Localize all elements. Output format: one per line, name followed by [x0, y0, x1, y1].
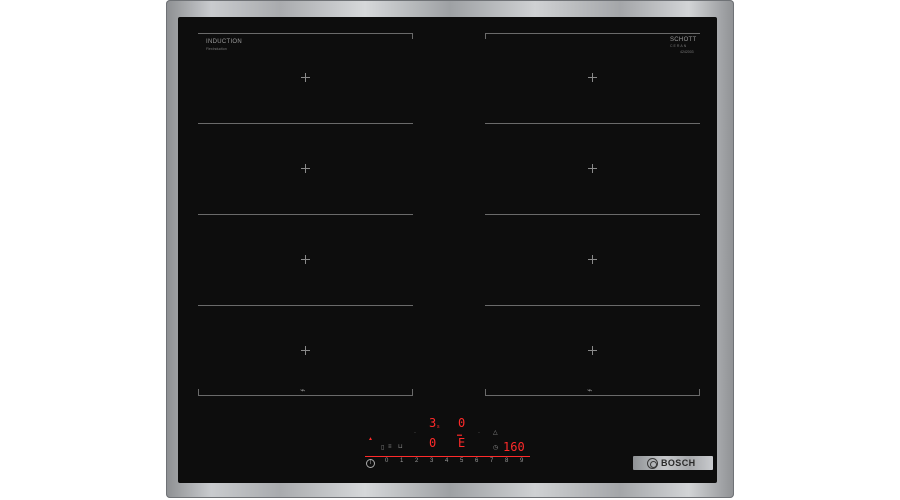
- slider-value-7[interactable]: 7: [490, 458, 493, 464]
- left-top-display: 3: [429, 416, 437, 430]
- slider-value-4[interactable]: 4: [445, 458, 448, 464]
- power-level-slider[interactable]: 0 1 2 3 4 5 6 7 8 9: [365, 455, 535, 469]
- induction-label: INDUCTION: [206, 39, 243, 45]
- bosch-wordmark: BOSCH: [661, 458, 696, 468]
- slider-value-5[interactable]: 5: [460, 458, 463, 464]
- slider-value-8[interactable]: 8: [505, 458, 508, 464]
- left-zone-bottom-line: [198, 395, 413, 396]
- left-zone-top-line: [198, 33, 413, 34]
- left-zone-2-cross-icon: [301, 164, 310, 173]
- slider-value-2[interactable]: 2: [415, 458, 418, 464]
- pan-detection-icon[interactable]: ⊔: [398, 443, 403, 450]
- left-zone-divider-2: [198, 214, 413, 215]
- left-select-dot-icon[interactable]: ·: [414, 430, 416, 436]
- schott-label: SCHOTT: [670, 37, 697, 43]
- function-icon-2[interactable]: ≡: [388, 444, 392, 450]
- left-zone-3-cross-icon: [301, 255, 310, 264]
- right-zone-bottom-line: [485, 395, 700, 396]
- induction-hob-glass-surface: [178, 17, 717, 483]
- left-bottom-display: 0: [429, 436, 437, 450]
- left-zone-top-corner: [412, 33, 413, 39]
- right-zone-3-cross-icon: [588, 255, 597, 264]
- slider-value-6[interactable]: 6: [475, 458, 478, 464]
- induction-sublabel: FlexInduction: [206, 47, 227, 51]
- right-zone-divider-3: [485, 305, 700, 306]
- left-zone-bottom-corner-r: [412, 389, 413, 395]
- right-zone-4-cross-icon: [588, 346, 597, 355]
- left-zone-divider-1: [198, 123, 413, 124]
- right-zone-bottom-corner-l: [485, 389, 486, 395]
- ceran-label: CERAN: [670, 44, 688, 48]
- right-zone-divider-2: [485, 214, 700, 215]
- function-icon-1[interactable]: ▯: [381, 444, 384, 451]
- left-top-display-suffix: s: [437, 424, 440, 430]
- left-zone-divider-3: [198, 305, 413, 306]
- slider-value-3[interactable]: 3: [430, 458, 433, 464]
- right-zone-divider-1: [485, 123, 700, 124]
- left-zone-bottom-corner-l: [198, 389, 199, 395]
- right-zone-2-cross-icon: [588, 164, 597, 173]
- ceran-sublabel: 4242003: [680, 50, 694, 54]
- boost-indicator: ▬: [457, 432, 462, 438]
- left-zone-4-cross-icon: [301, 346, 310, 355]
- slider-value-9[interactable]: 9: [520, 458, 523, 464]
- right-select-dot-icon[interactable]: ·: [478, 430, 480, 436]
- right-zone-top-line: [485, 33, 700, 34]
- slider-value-0[interactable]: 0: [385, 458, 388, 464]
- slider-value-1[interactable]: 1: [400, 458, 403, 464]
- right-flex-zone-icon: ⌁: [587, 385, 593, 395]
- right-top-display: 0: [458, 416, 466, 430]
- clock-icon[interactable]: ◷: [493, 444, 498, 451]
- bosch-badge: BOSCH: [633, 456, 713, 470]
- timer-display: 160: [503, 440, 525, 454]
- right-zone-bottom-corner-r: [699, 389, 700, 395]
- left-flex-zone-icon: ⌁: [300, 385, 306, 395]
- right-zone-1-cross-icon: [588, 73, 597, 82]
- bosch-logo-icon: [647, 458, 658, 469]
- left-zone-1-cross-icon: [301, 73, 310, 82]
- right-zone-top-corner: [485, 33, 486, 39]
- key-icon[interactable]: △: [493, 429, 498, 436]
- indicator-led: ▲: [368, 436, 373, 442]
- right-bottom-display: E: [458, 436, 466, 450]
